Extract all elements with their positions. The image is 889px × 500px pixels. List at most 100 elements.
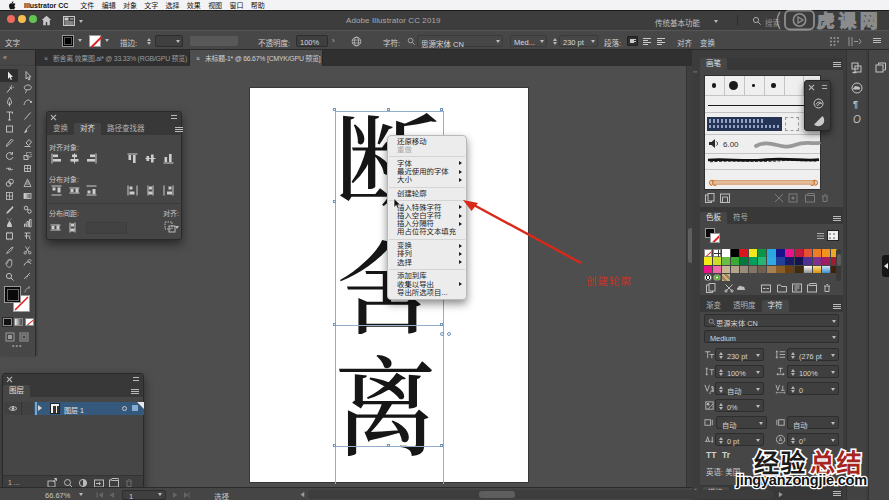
char-font-family-dropdown[interactable]: 思源宋体 CN <box>704 314 839 327</box>
stepper-arrows-icon[interactable] <box>145 36 152 46</box>
selection-handle[interactable] <box>440 108 443 111</box>
font-family-dropdown[interactable]: 思源宋体 CN <box>417 35 503 47</box>
scale-tool[interactable] <box>18 149 36 162</box>
calligraphic-brush-dot[interactable] <box>729 81 738 90</box>
align-panel-header[interactable] <box>47 112 181 122</box>
zoom-level[interactable]: 66.67% <box>45 491 70 500</box>
selection-handle[interactable] <box>333 444 336 447</box>
artboard-tool[interactable] <box>0 230 18 243</box>
font-style-dropdown[interactable]: Med... <box>510 35 547 47</box>
swatch[interactable] <box>813 257 821 265</box>
stepper-arrows-icon[interactable] <box>789 384 796 394</box>
gradient-dock-icon[interactable] <box>812 114 825 127</box>
layer-target-icon[interactable] <box>122 406 127 411</box>
swatch-gradient[interactable] <box>804 266 812 274</box>
scroll-right-icon[interactable] <box>778 491 785 498</box>
tab-title[interactable]: 未标题-1* @ 66.67% [CMYK/GPU 预览] <box>205 53 321 63</box>
recolor-artwork-icon[interactable] <box>351 36 362 47</box>
swatch[interactable] <box>795 249 803 257</box>
swatch-options-icon[interactable] <box>792 283 802 293</box>
char-leading-field[interactable]: (276 pt <box>787 348 839 361</box>
swatch[interactable] <box>813 249 821 257</box>
minimize-window-button[interactable] <box>18 15 26 23</box>
calligraphic-brush-dot[interactable] <box>771 83 775 87</box>
tab-align[interactable]: 对齐 <box>74 123 101 135</box>
blend-tool[interactable] <box>18 203 36 216</box>
apple-logo-icon[interactable] <box>8 1 16 10</box>
swatch[interactable] <box>704 266 712 274</box>
magic-wand-tool[interactable] <box>0 82 18 95</box>
tab-pathfinder[interactable]: 路径查找器 <box>101 123 151 135</box>
menubar-app-name[interactable]: Illustrator CC <box>24 2 68 9</box>
align-dr-icon[interactable] <box>163 185 174 196</box>
grid-view-icon[interactable] <box>827 230 839 241</box>
char-font-style-dropdown[interactable]: Medium <box>704 330 839 343</box>
align-panel-link[interactable]: 对齐 <box>677 37 692 48</box>
align-right-icon[interactable] <box>655 36 666 46</box>
swatch-gradient[interactable] <box>822 266 830 274</box>
collapse-icon[interactable] <box>171 115 177 119</box>
menu-item[interactable]: 大小 <box>388 176 466 184</box>
opacity-value[interactable]: 100% <box>296 35 328 47</box>
rotate-tool[interactable] <box>0 149 18 162</box>
brush-libraries-dock-icon[interactable] <box>812 97 825 110</box>
close-icon[interactable] <box>6 376 12 382</box>
swatch[interactable] <box>776 257 784 265</box>
swatch[interactable] <box>822 257 830 265</box>
swatch[interactable] <box>740 266 748 274</box>
align-dl-icon[interactable] <box>127 185 138 196</box>
creative-cloud-icon[interactable] <box>851 82 863 94</box>
free-transform-tool[interactable] <box>18 163 36 176</box>
panel-menu-icon[interactable] <box>873 38 881 43</box>
swatch[interactable] <box>785 257 793 265</box>
swap-fill-stroke-icon[interactable] <box>24 286 33 294</box>
delete-swatch-icon[interactable] <box>822 283 832 293</box>
library-sync-icon[interactable] <box>736 283 746 293</box>
next-artboard-icon[interactable] <box>172 491 180 499</box>
stepper-arrows-icon[interactable] <box>717 367 724 377</box>
char-size-field[interactable]: 230 pt <box>715 348 764 361</box>
swatch[interactable] <box>740 249 748 257</box>
menu-item[interactable]: 导出所选项目... <box>388 289 466 297</box>
close-icon[interactable] <box>808 84 814 90</box>
char-tracking-field[interactable]: 0 <box>787 382 839 395</box>
visibility-eye-icon[interactable] <box>8 405 18 412</box>
panel-menu-icon[interactable] <box>833 216 841 221</box>
chalk-brush-stroke[interactable] <box>706 155 821 165</box>
swatch[interactable] <box>776 266 784 274</box>
selection-tool[interactable] <box>0 69 18 82</box>
align-ac-icon[interactable] <box>69 153 80 164</box>
spacing-value-field[interactable] <box>86 222 127 234</box>
swatch[interactable] <box>731 257 739 265</box>
calligraphic-brush-dot[interactable] <box>752 84 755 87</box>
new-swatch-icon[interactable] <box>807 283 817 293</box>
swatch[interactable] <box>785 249 793 257</box>
color-mode-button[interactable] <box>3 318 12 326</box>
collapse-icon[interactable] <box>133 377 139 381</box>
close-tab-icon[interactable]: × <box>196 55 200 62</box>
swatch[interactable] <box>822 249 830 257</box>
align-dm-icon[interactable] <box>50 222 61 233</box>
char-hscale-field[interactable]: 100% <box>787 365 839 378</box>
align-al-icon[interactable] <box>51 153 62 164</box>
stepper-arrows-icon[interactable] <box>789 435 796 445</box>
tab-swatches[interactable]: 色板 <box>700 212 727 224</box>
stepper-arrows-icon[interactable] <box>717 401 724 411</box>
swatch[interactable] <box>758 266 766 274</box>
smooth-tool[interactable] <box>18 257 36 270</box>
tab-symbols[interactable]: 符号 <box>727 212 754 224</box>
tab-brushes[interactable]: 画笔 <box>700 58 727 70</box>
char-vscale-field[interactable]: 100% <box>715 365 764 378</box>
document-tab-active[interactable]: × 未标题-1* @ 66.67% [CMYK/GPU 预览] <box>190 50 322 66</box>
curvature-tool[interactable] <box>18 96 36 109</box>
menubar-menu-select[interactable]: 选择 <box>166 0 180 10</box>
gradient-mode-button[interactable] <box>14 318 23 326</box>
perspective-grid-tool[interactable] <box>18 176 36 189</box>
swatch[interactable] <box>731 249 739 257</box>
tab-title[interactable]: 断舍离 效果图.ai* @ 33.33% (RGB/GPU 预览) <box>53 53 187 63</box>
last-artboard-icon[interactable] <box>183 491 191 499</box>
remove-brush-stroke-icon[interactable] <box>774 193 784 203</box>
edit-toolbar-ellipsis[interactable]: ••• <box>12 342 22 349</box>
stepper-arrows-icon[interactable] <box>551 36 558 46</box>
fill-color-swatch[interactable] <box>62 35 74 47</box>
